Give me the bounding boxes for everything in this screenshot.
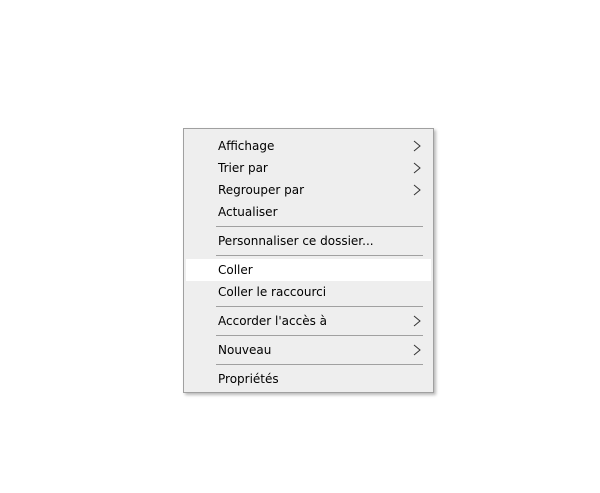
menu-item-label: Personnaliser ce dossier... <box>218 234 374 248</box>
menu-item-label: Coller le raccourci <box>218 285 327 299</box>
menu-item-affichage[interactable]: Affichage <box>184 135 433 157</box>
menu-separator <box>216 255 423 256</box>
menu-item-label: Trier par <box>218 161 268 175</box>
menu-item-actualiser[interactable]: Actualiser <box>184 201 433 223</box>
menu-item-label: Actualiser <box>218 205 278 219</box>
menu-item-coller[interactable]: Coller <box>186 259 431 281</box>
menu-separator <box>216 364 423 365</box>
menu-item-coller-raccourci[interactable]: Coller le raccourci <box>184 281 433 303</box>
menu-item-label: Propriétés <box>218 372 279 386</box>
menu-item-label: Affichage <box>218 139 275 153</box>
chevron-right-icon <box>413 344 421 356</box>
menu-item-label: Accorder l'accès à <box>218 314 327 328</box>
chevron-right-icon <box>413 184 421 196</box>
menu-separator <box>216 306 423 307</box>
context-menu: Affichage Trier par Regrouper par Actual… <box>183 128 434 393</box>
chevron-right-icon <box>413 162 421 174</box>
menu-item-label: Coller <box>218 263 253 277</box>
chevron-right-icon <box>413 140 421 152</box>
menu-item-label: Regrouper par <box>218 183 305 197</box>
menu-item-label: Nouveau <box>218 343 272 357</box>
chevron-right-icon <box>413 315 421 327</box>
menu-separator <box>216 335 423 336</box>
menu-item-personnaliser-dossier[interactable]: Personnaliser ce dossier... <box>184 230 433 252</box>
menu-item-nouveau[interactable]: Nouveau <box>184 339 433 361</box>
menu-item-trier-par[interactable]: Trier par <box>184 157 433 179</box>
menu-item-regrouper-par[interactable]: Regrouper par <box>184 179 433 201</box>
menu-item-proprietes[interactable]: Propriétés <box>184 368 433 390</box>
desktop-background: Affichage Trier par Regrouper par Actual… <box>0 0 600 493</box>
menu-item-accorder-acces[interactable]: Accorder l'accès à <box>184 310 433 332</box>
menu-separator <box>216 226 423 227</box>
